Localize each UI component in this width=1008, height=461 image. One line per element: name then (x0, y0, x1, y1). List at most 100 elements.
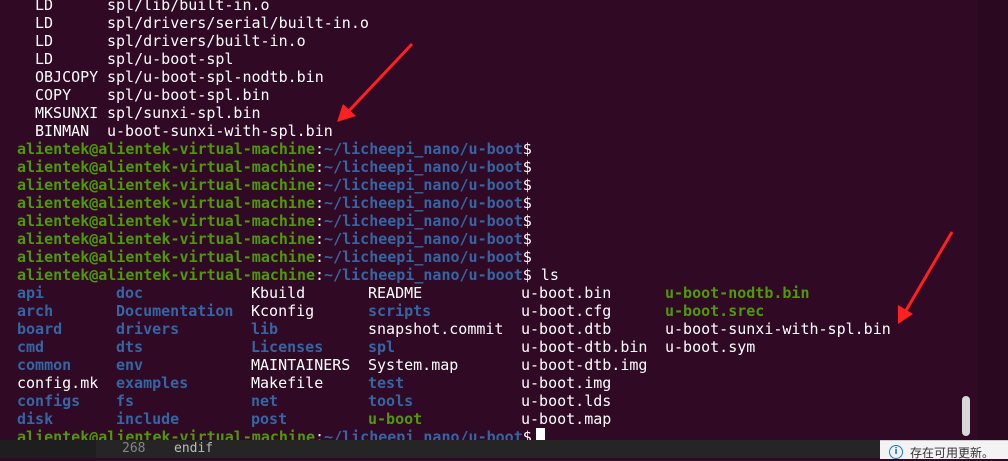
prompt-colon: : (315, 176, 325, 194)
ls-entry: Kbuild (251, 284, 306, 302)
prompt-path: ~/licheepi_nano/u-boot (324, 140, 523, 158)
terminal-window[interactable]: LD spl/lib/built-in.o LD spl/drivers/serial… (0, 0, 976, 440)
ls-entry: test (368, 374, 405, 392)
prompt-colon: : (315, 230, 325, 248)
build-step: MKSUNXI (35, 104, 99, 122)
build-target: spl/drivers/serial/built-in.o (107, 14, 369, 32)
ls-entry: include (116, 410, 180, 428)
ls-entry: dts (116, 338, 144, 356)
prompt-colon: : (315, 266, 325, 284)
prompt-dollar: $ (522, 176, 532, 194)
ls-entry: api (17, 284, 45, 302)
build-target: spl/u-boot-spl-nodtb.bin (107, 68, 324, 86)
ls-entry: spl (368, 338, 396, 356)
ls-entry: cmd (17, 338, 45, 356)
terminal-scrollbar-track[interactable] (978, 0, 1008, 440)
prompt-dollar: $ (522, 248, 532, 266)
shell-prompt-line: alientek@alientek-virtual-machine:~/lich… (17, 194, 532, 212)
ls-entry: env (116, 356, 144, 374)
ls-entry: u-boot-sunxi-with-spl.bin (665, 320, 891, 338)
shell-prompt-line: alientek@alientek-virtual-machine:~/lich… (17, 176, 532, 194)
ls-entry: README (368, 284, 423, 302)
prompt-dollar: $ (522, 140, 532, 158)
update-notification[interactable]: i 存在可用更新。 (880, 440, 1008, 460)
prompt-colon: : (315, 140, 325, 158)
shell-prompt-line: alientek@alientek-virtual-machine:~/lich… (17, 212, 532, 230)
ls-entry: lib (251, 320, 279, 338)
build-output-line: COPY spl/u-boot-spl.bin (35, 86, 270, 104)
ls-entry: System.map (368, 356, 459, 374)
ls-entry: Licenses (251, 338, 324, 356)
editor-line-number: 268 (122, 441, 146, 456)
prompt-colon: : (315, 194, 325, 212)
ls-entry: u-boot.sym (665, 338, 756, 356)
build-output-line: LD spl/u-boot-spl (35, 50, 233, 68)
prompt-path: ~/licheepi_nano/u-boot (324, 176, 523, 194)
ls-entry: scripts (368, 302, 432, 320)
ls-entry: u-boot (368, 410, 423, 428)
prompt-path: ~/licheepi_nano/u-boot (324, 212, 523, 230)
build-output-line: LD spl/drivers/built-in.o (35, 32, 306, 50)
prompt-user-host: alientek@alientek-virtual-machine (17, 230, 316, 248)
build-target: spl/sunxi-spl.bin (107, 104, 261, 122)
build-output-line: LD spl/lib/built-in.o (35, 0, 270, 14)
prompt-colon: : (315, 158, 325, 176)
ls-entry: config.mk (17, 374, 99, 392)
ls-entry: u-boot-dtb.img (521, 356, 648, 374)
prompt-user-host: alientek@alientek-virtual-machine (17, 176, 316, 194)
build-output-line: OBJCOPY spl/u-boot-spl-nodtb.bin (35, 68, 324, 86)
build-step: OBJCOPY (35, 68, 99, 86)
prompt-user-host: alientek@alientek-virtual-machine (17, 428, 316, 440)
prompt-path: ~/licheepi_nano/u-boot (324, 230, 523, 248)
prompt-path: ~/licheepi_nano/u-boot (324, 266, 523, 284)
terminal-scrollbar-thumb[interactable] (962, 396, 970, 436)
ls-entry: disk (17, 410, 54, 428)
prompt-colon: : (315, 428, 325, 440)
prompt-path: ~/licheepi_nano/u-boot (324, 194, 523, 212)
ls-entry: u-boot.cfg (521, 302, 612, 320)
build-step: LD (35, 0, 54, 14)
prompt-dollar: $ (522, 212, 532, 230)
build-step: LD (35, 32, 54, 50)
info-icon: i (889, 445, 903, 459)
prompt-user-host: alientek@alientek-virtual-machine (17, 158, 316, 176)
prompt-path: ~/licheepi_nano/u-boot (324, 428, 523, 440)
ls-entry: Makefile (251, 374, 324, 392)
prompt-dollar: $ (522, 266, 532, 284)
build-step: LD (35, 50, 54, 68)
build-step: LD (35, 14, 54, 32)
prompt-colon: : (315, 248, 325, 266)
shell-prompt-line: alientek@alientek-virtual-machine:~/lich… (17, 158, 532, 176)
ls-entry: doc (116, 284, 144, 302)
ls-entry: Kconfig (251, 302, 315, 320)
ls-entry: u-boot.srec (665, 302, 765, 320)
typed-command: ls (531, 266, 559, 284)
build-target: spl/drivers/built-in.o (107, 32, 306, 50)
prompt-dollar: $ (522, 158, 532, 176)
text-cursor[interactable] (535, 428, 545, 440)
prompt-path: ~/licheepi_nano/u-boot (324, 248, 523, 266)
ls-entry: drivers (116, 320, 180, 338)
ls-entry: net (251, 392, 279, 410)
ls-entry: configs (17, 392, 81, 410)
build-target: spl/lib/built-in.o (107, 0, 270, 14)
ls-entry: fs (116, 392, 135, 410)
shell-prompt-line: alientek@alientek-virtual-machine:~/lich… (17, 230, 532, 248)
prompt-user-host: alientek@alientek-virtual-machine (17, 266, 316, 284)
shell-prompt-line: alientek@alientek-virtual-machine:~/lich… (17, 140, 532, 158)
notification-text: 存在可用更新。 (910, 446, 995, 460)
build-target: u-boot-sunxi-with-spl.bin (107, 122, 333, 140)
build-output-line: MKSUNXI spl/sunxi-spl.bin (35, 104, 261, 122)
ls-entry: post (251, 410, 288, 428)
shell-prompt-line: alientek@alientek-virtual-machine:~/lich… (17, 266, 559, 284)
prompt-colon: : (315, 212, 325, 230)
editor-code-line: endif (174, 441, 214, 456)
shell-prompt-line: alientek@alientek-virtual-machine:~/lich… (17, 428, 545, 440)
prompt-user-host: alientek@alientek-virtual-machine (17, 140, 316, 158)
prompt-dollar: $ (522, 428, 532, 440)
ls-entry: u-boot.dtb (521, 320, 612, 338)
ls-entry: examples (116, 374, 189, 392)
ls-entry: MAINTAINERS (251, 356, 351, 374)
shell-prompt-line: alientek@alientek-virtual-machine:~/lich… (17, 248, 532, 266)
prompt-dollar: $ (522, 194, 532, 212)
